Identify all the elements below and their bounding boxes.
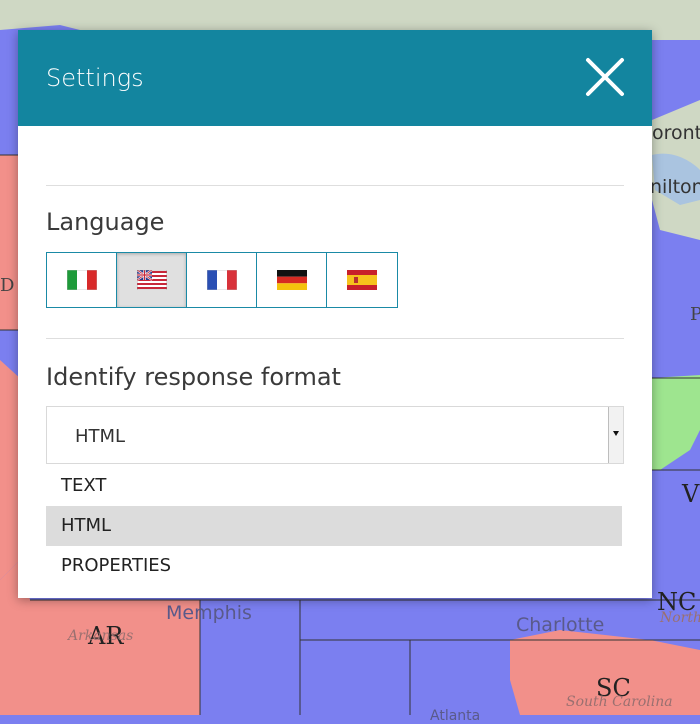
map-label-p: P [690,304,700,325]
language-label: Language [46,208,165,236]
flag-button-spanish[interactable] [327,253,397,307]
dropdown-arrow-icon [613,431,619,436]
map-city-north: North [660,610,700,626]
flag-germany-icon [276,270,307,290]
flag-italy-icon [66,270,97,290]
response-format-select[interactable]: HTML [46,406,624,464]
map-label-d: D [0,275,15,296]
map-city-hamilton: nilton [650,176,700,198]
flag-button-french[interactable] [187,253,257,307]
map-city-toronto: oront [652,122,700,144]
divider-middle [46,338,624,339]
flag-button-english[interactable] [117,253,187,307]
flag-france-icon [206,270,237,290]
flag-uk-us-icon [136,270,167,290]
option-properties[interactable]: PROPERTIES [46,546,622,586]
dialog-header: Settings [18,30,652,126]
flag-button-italian[interactable] [47,253,117,307]
settings-dialog: Settings Language Identify response form… [18,30,652,598]
response-format-selected-value: HTML [75,426,126,447]
map-city-atlanta: Atlanta [430,708,481,724]
map-city-memphis: Memphis [166,602,252,624]
map-city-south-carolina: South Carolina [566,694,673,710]
flag-button-german[interactable] [257,253,327,307]
divider-top [46,185,624,186]
response-format-label: Identify response format [46,363,341,391]
map-city-arkansas: Arkansas [68,628,134,644]
flag-spain-icon [347,270,377,290]
dialog-title: Settings [46,64,144,92]
close-icon [586,58,624,96]
map-label-va: V [682,480,700,508]
select-scrollbar[interactable] [608,407,623,463]
option-text[interactable]: TEXT [46,466,622,506]
option-html[interactable]: HTML [46,506,622,546]
map-city-charlotte: Charlotte [516,614,605,636]
close-button[interactable] [584,56,626,98]
language-flag-group [46,252,398,308]
